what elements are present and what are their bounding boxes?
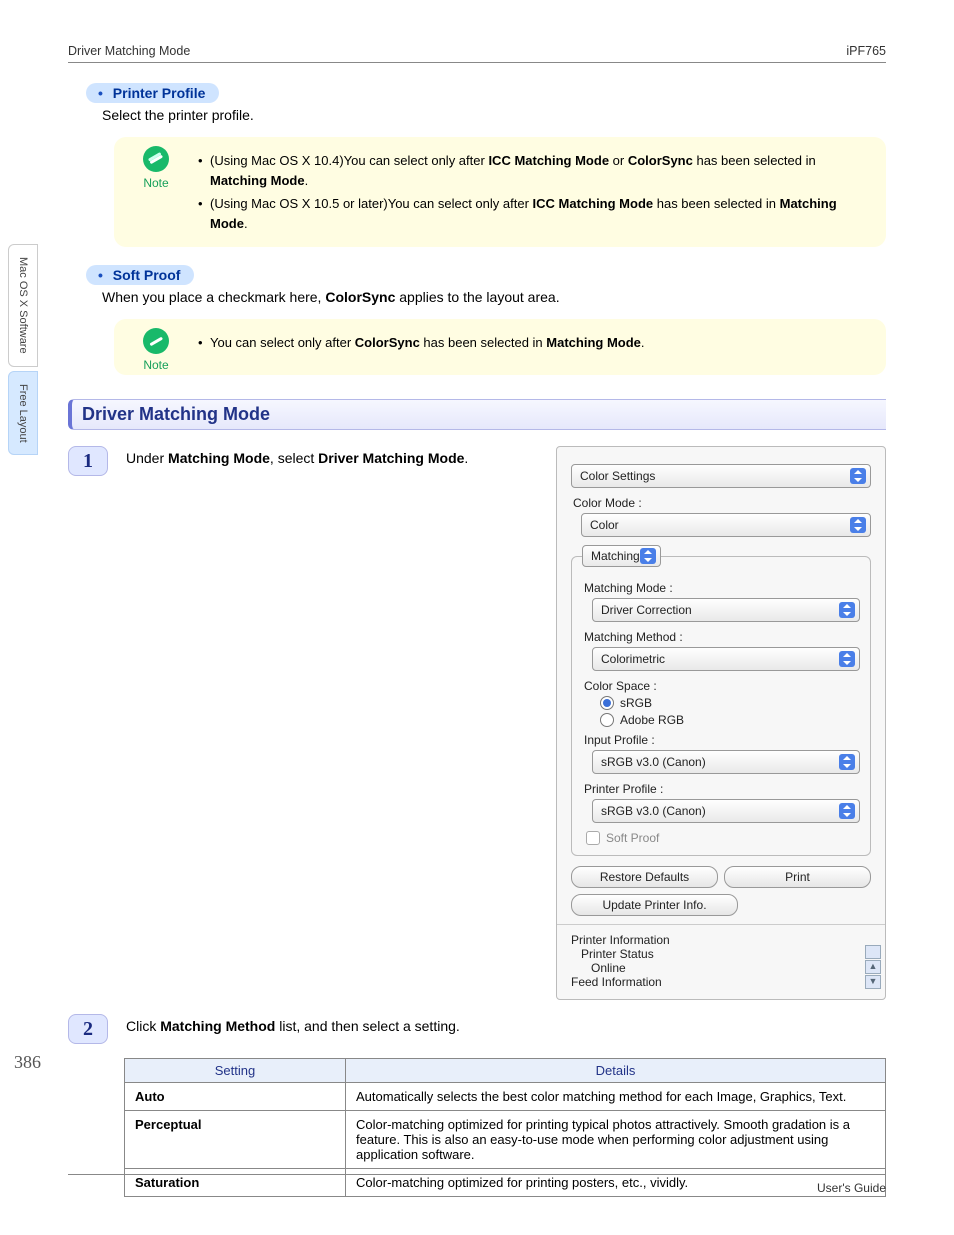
driver-matching-mode-heading: Driver Matching Mode [68, 399, 886, 430]
radio-icon [600, 696, 614, 710]
note-item: You can select only after ColorSync has … [198, 333, 868, 353]
table-row: AutoAutomatically selects the best color… [125, 1083, 886, 1111]
color-mode-label: Color Mode : [573, 496, 871, 510]
note-item: (Using Mac OS X 10.5 or later)You can se… [198, 194, 868, 233]
page-number: 386 [14, 1052, 41, 1073]
printer-profile-title: Printer Profile [113, 85, 206, 101]
soft-proof-desc: When you place a checkmark here, ColorSy… [102, 289, 886, 305]
chevron-updown-icon [839, 803, 855, 819]
matching-fieldset: Matching Matching Mode : Driver Correcti… [571, 545, 871, 856]
soft-proof-heading: • Soft Proof [86, 265, 194, 285]
side-tab-main[interactable]: Mac OS X Software [8, 244, 38, 367]
chevron-updown-icon [839, 602, 855, 618]
scrollbar[interactable]: ▲▼ [865, 944, 879, 989]
color-settings-panel: Color Settings Color Mode : Color Matchi… [556, 446, 886, 1000]
step-number: 1 [68, 446, 108, 476]
side-tab-sub[interactable]: Free Layout [8, 371, 38, 456]
table-header-setting: Setting [125, 1059, 346, 1083]
printer-information-label: Printer Information [571, 933, 871, 947]
step-1: 1 Under Matching Mode, select Driver Mat… [68, 446, 886, 1000]
note-item: (Using Mac OS X 10.4)You can select only… [198, 151, 868, 190]
header-left: Driver Matching Mode [68, 44, 190, 58]
table-row: PerceptualColor-matching optimized for p… [125, 1111, 886, 1169]
printer-profile-desc: Select the printer profile. [102, 107, 886, 123]
checkbox-icon [586, 831, 600, 845]
step-text: Under Matching Mode, select Driver Match… [126, 446, 538, 466]
chevron-updown-icon [640, 548, 656, 564]
header-right: iPF765 [846, 44, 886, 58]
bullet-icon: • [98, 267, 103, 283]
soft-proof-title: Soft Proof [113, 267, 181, 283]
step-number: 2 [68, 1014, 108, 1044]
printer-profile-heading: • Printer Profile [86, 83, 219, 103]
input-profile-select[interactable]: sRGB v3.0 (Canon) [592, 750, 860, 774]
soft-proof-note: Note You can select only after ColorSync… [114, 319, 886, 375]
color-space-label: Color Space : [584, 679, 860, 693]
printer-profile-note: Note (Using Mac OS X 10.4)You can select… [114, 137, 886, 247]
feed-information-label: Feed Information [571, 975, 871, 989]
printer-status-label: Printer Status [571, 947, 871, 961]
chevron-updown-icon [850, 517, 866, 533]
table-header-details: Details [346, 1059, 886, 1083]
matching-legend-select[interactable]: Matching [582, 545, 661, 567]
soft-proof-checkbox[interactable]: Soft Proof [586, 831, 860, 845]
panel-title-select[interactable]: Color Settings [571, 464, 871, 488]
matching-method-select[interactable]: Colorimetric [592, 647, 860, 671]
step-2: 2 Click Matching Method list, and then s… [68, 1014, 886, 1044]
matching-mode-select[interactable]: Driver Correction [592, 598, 860, 622]
restore-defaults-button[interactable]: Restore Defaults [571, 866, 718, 888]
update-printer-info-button[interactable]: Update Printer Info. [571, 894, 738, 916]
chevron-updown-icon [850, 468, 866, 484]
print-button[interactable]: Print [724, 866, 871, 888]
radio-srgb[interactable]: sRGB [600, 696, 860, 710]
color-mode-select[interactable]: Color [581, 513, 871, 537]
page-footer: User's Guide [68, 1174, 886, 1195]
printer-status-value: Online [571, 961, 871, 975]
radio-adobe-rgb[interactable]: Adobe RGB [600, 713, 860, 727]
note-icon: Note [132, 327, 180, 372]
chevron-updown-icon [839, 651, 855, 667]
matching-mode-label: Matching Mode : [584, 581, 860, 595]
matching-method-label: Matching Method : [584, 630, 860, 644]
step-text: Click Matching Method list, and then sel… [126, 1014, 886, 1034]
chevron-updown-icon [839, 754, 855, 770]
printer-profile-label: Printer Profile : [584, 782, 860, 796]
printer-profile-select[interactable]: sRGB v3.0 (Canon) [592, 799, 860, 823]
bullet-icon: • [98, 85, 103, 101]
radio-icon [600, 713, 614, 727]
page-header: Driver Matching Mode iPF765 [68, 44, 886, 63]
note-icon: Note [132, 145, 180, 190]
input-profile-label: Input Profile : [584, 733, 860, 747]
